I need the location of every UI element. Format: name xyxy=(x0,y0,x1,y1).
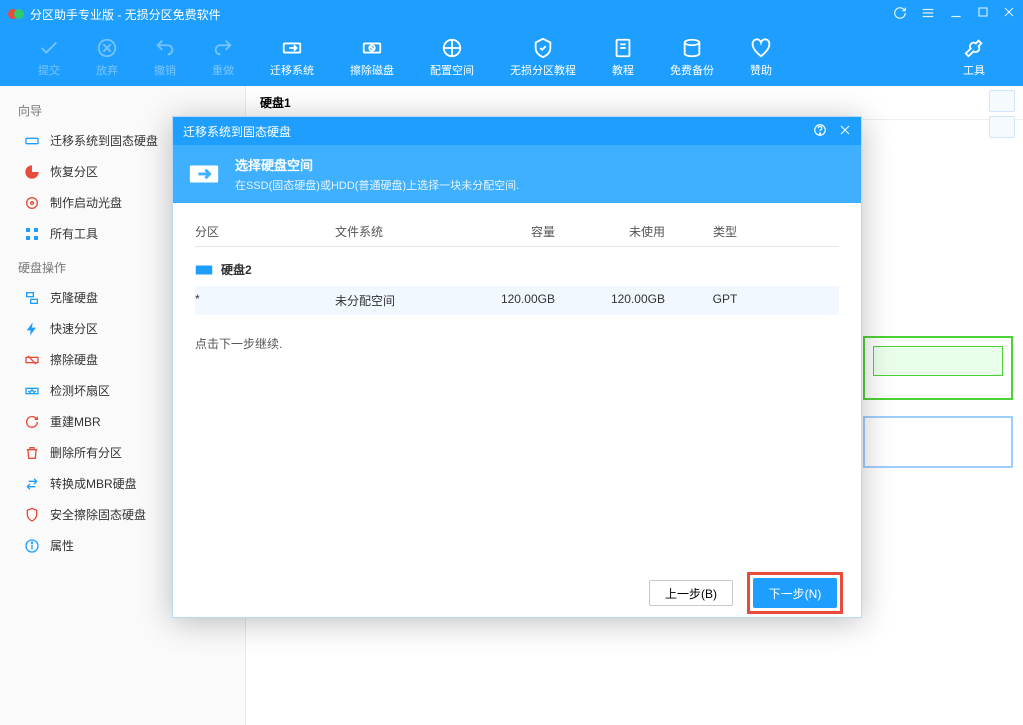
banner-title: 选择硬盘空间 xyxy=(235,155,519,174)
view-toggle-2[interactable] xyxy=(989,116,1015,138)
disk-preview-2 xyxy=(863,416,1013,468)
trash-icon xyxy=(24,445,40,461)
scan-icon xyxy=(24,383,40,399)
prev-button[interactable]: 上一步(B) xyxy=(649,580,733,606)
migrate-button[interactable]: 迁移系统 xyxy=(252,37,332,78)
redo-button: 重做 xyxy=(194,37,252,78)
dialog-titlebar: 迁移系统到固态硬盘 xyxy=(173,117,861,145)
table-header: 分区 文件系统 容量 未使用 类型 xyxy=(195,217,839,247)
cell-capacity: 120.00GB xyxy=(465,292,575,309)
info-icon xyxy=(24,538,40,554)
sidebar-item-label: 安全擦除固态硬盘 xyxy=(50,506,146,523)
cell-type: GPT xyxy=(685,292,765,309)
cell-partition: * xyxy=(195,292,335,309)
dialog-hint: 点击下一步继续. xyxy=(195,315,839,352)
col-partition: 分区 xyxy=(195,223,335,240)
dialog-banner: 选择硬盘空间 在SSD(固态硬盘)或HDD(普通硬盘)上选择一块未分配空间. xyxy=(173,145,861,203)
undo-button: 撤销 xyxy=(136,37,194,78)
refresh-icon xyxy=(24,414,40,430)
shield-icon xyxy=(24,507,40,523)
sidebar-item-label: 克隆硬盘 xyxy=(50,289,98,306)
cell-unused: 120.00GB xyxy=(575,292,685,309)
minimize-icon[interactable] xyxy=(949,6,963,23)
sidebar-item-label: 擦除硬盘 xyxy=(50,351,98,368)
tutorial-button[interactable]: 无损分区教程 xyxy=(492,37,594,78)
grid-icon xyxy=(24,226,40,242)
drive-icon xyxy=(24,133,40,149)
maximize-icon[interactable] xyxy=(977,6,989,23)
sidebar-item-label: 快速分区 xyxy=(50,320,98,337)
bolt-icon xyxy=(24,321,40,337)
tools-button[interactable]: 工具 xyxy=(945,37,1003,78)
view-toggle-1[interactable] xyxy=(989,90,1015,112)
sidebar-item-label: 制作启动光盘 xyxy=(50,194,122,211)
drive-arrow-icon xyxy=(187,157,221,191)
disk-preview-1 xyxy=(863,336,1013,400)
copy-icon xyxy=(24,290,40,306)
titlebar: 分区助手专业版 - 无损分区免费软件 xyxy=(0,0,1023,28)
help-icon[interactable] xyxy=(813,123,827,140)
wipe-button[interactable]: 擦除磁盘 xyxy=(332,37,412,78)
app-logo-icon xyxy=(8,6,24,22)
sidebar-item-label: 重建MBR xyxy=(50,413,101,430)
dialog-footer: 上一步(B) 下一步(N) xyxy=(173,569,861,617)
sidebar-item-label: 迁移系统到固态硬盘 xyxy=(50,132,158,149)
erase-icon xyxy=(24,352,40,368)
col-type: 类型 xyxy=(685,223,765,240)
col-capacity: 容量 xyxy=(465,223,575,240)
dialog-close-icon[interactable] xyxy=(839,124,851,139)
disk2-label: 硬盘2 xyxy=(221,261,252,278)
sidebar-item-label: 恢复分区 xyxy=(50,163,98,180)
migrate-dialog: 迁移系统到固态硬盘 选择硬盘空间 在SSD(固态硬盘)或HDD(普通硬盘)上选择… xyxy=(172,116,862,618)
sidebar-item-label: 属性 xyxy=(50,537,74,554)
disk-icon xyxy=(195,263,213,277)
sidebar-item-label: 删除所有分区 xyxy=(50,444,122,461)
backup-button[interactable]: 免费备份 xyxy=(652,37,732,78)
col-filesystem: 文件系统 xyxy=(335,223,465,240)
disc-icon xyxy=(24,195,40,211)
discard-button: 放弃 xyxy=(78,37,136,78)
close-icon[interactable] xyxy=(1003,6,1015,23)
col-unused: 未使用 xyxy=(575,223,685,240)
refresh-icon[interactable] xyxy=(893,6,907,23)
next-button[interactable]: 下一步(N) xyxy=(753,578,837,608)
banner-subtitle: 在SSD(固态硬盘)或HDD(普通硬盘)上选择一块未分配空间. xyxy=(235,177,519,193)
toolbar: 提交 放弃 撤销 重做 迁移系统 擦除磁盘 配置空间 无损分区教程 教程 免费备… xyxy=(0,28,1023,86)
alloc-button[interactable]: 配置空间 xyxy=(412,37,492,78)
guide-button[interactable]: 教程 xyxy=(594,37,652,78)
dialog-title: 迁移系统到固态硬盘 xyxy=(183,123,291,140)
sidebar-item-label: 所有工具 xyxy=(50,225,98,242)
sidebar-item-label: 检测坏扇区 xyxy=(50,382,110,399)
donate-button[interactable]: 赞助 xyxy=(732,37,790,78)
sidebar-item-label: 转换成MBR硬盘 xyxy=(50,475,137,492)
highlight-box: 下一步(N) xyxy=(747,572,843,614)
partition-row[interactable]: * 未分配空间 120.00GB 120.00GB GPT xyxy=(195,286,839,315)
menu-icon[interactable] xyxy=(921,6,935,23)
commit-button: 提交 xyxy=(20,37,78,78)
swap-icon xyxy=(24,476,40,492)
disk1-label: 硬盘1 xyxy=(246,86,1023,120)
cell-filesystem: 未分配空间 xyxy=(335,292,465,309)
disk2-header: 硬盘2 xyxy=(195,247,839,286)
window-title: 分区助手专业版 - 无损分区免费软件 xyxy=(30,6,893,23)
dialog-body: 分区 文件系统 容量 未使用 类型 硬盘2 * 未分配空间 120.00GB 1… xyxy=(173,203,861,569)
pie-icon xyxy=(24,164,40,180)
